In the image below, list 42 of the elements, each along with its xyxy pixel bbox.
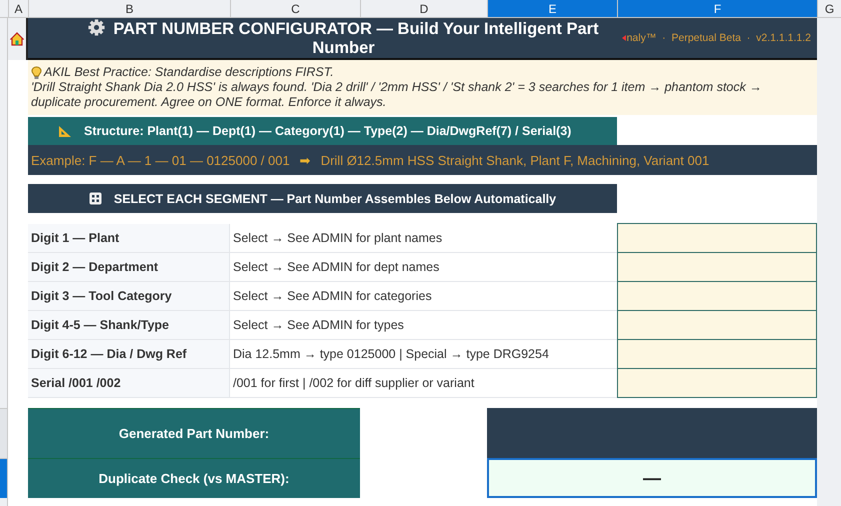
table-cell: /001 for first | /002 for diff supplier or variant bbox=[230, 369, 617, 398]
column-header[interactable]: G bbox=[817, 0, 841, 17]
grid-icon bbox=[88, 192, 102, 205]
table-cell: Digit 6-12 — Dia / Dwg Ref bbox=[28, 340, 230, 369]
table-cell: Digit 4-5 — Shank/Type bbox=[28, 311, 230, 340]
input-cell[interactable] bbox=[617, 368, 817, 398]
input-cell[interactable] bbox=[617, 281, 817, 311]
table-cell: Digit 1 — Plant bbox=[28, 224, 230, 253]
input-cell[interactable] bbox=[617, 223, 817, 253]
structure-text: Structure: Plant(1) — Dept(1) — Category(1) — Type(2) — Dia/DwgRef(7) / Serial(3) bbox=[84, 124, 572, 138]
table-cell: Digit 3 — Tool Category bbox=[28, 282, 230, 311]
table-cell: Digit 2 — Department bbox=[28, 253, 230, 282]
note-text: 'Drill Straight Shank Dia 2.0 HSS' is always found. 'Dia 2 drill' / '2mm HSS' / 'St shank 2' = 3 searches for 1 item → phantom stock → duplicate procurement. Agree on ONE format. Enforce it always. bbox=[31, 80, 762, 109]
column-header[interactable]: C bbox=[230, 0, 360, 17]
arrow-text: ➡ bbox=[300, 152, 311, 168]
column-header[interactable]: B bbox=[28, 0, 230, 17]
column-header[interactable]: E bbox=[487, 0, 617, 17]
segment-banner-text: SELECT EACH SEGMENT — Part Number Assembles Below Automatically bbox=[114, 192, 556, 206]
input-cell[interactable] bbox=[617, 310, 817, 340]
table-cell: Select → See ADMIN for types bbox=[230, 311, 617, 340]
duplicate-check-cell[interactable]: — bbox=[487, 458, 817, 498]
table-cell: Select → See ADMIN for plant names bbox=[230, 224, 617, 253]
home-icon[interactable] bbox=[10, 32, 24, 46]
overflow-marker-icon bbox=[622, 35, 626, 41]
table-cell: Serial /001 /002 bbox=[28, 369, 230, 398]
example-meaning: Drill Ø12.5mm HSS Straight Shank, Plant F, Machining, Variant 001 bbox=[320, 152, 710, 168]
result-label: Generated Part Number: bbox=[28, 408, 360, 458]
version-text: naly™ · Perpetual Beta · v2.1.1.1.1.2 bbox=[626, 32, 811, 44]
column-header[interactable]: F bbox=[617, 0, 817, 17]
column-header[interactable]: A bbox=[8, 0, 28, 17]
row-header[interactable] bbox=[0, 458, 8, 498]
lightbulb-icon bbox=[31, 66, 42, 80]
example-code: Example: F — A — 1 — 01 — 0125000 / 001 bbox=[31, 152, 290, 168]
input-cell[interactable] bbox=[617, 252, 817, 282]
table-cell: Select → See ADMIN for categories bbox=[230, 282, 617, 311]
input-cell[interactable] bbox=[617, 339, 817, 369]
table-cell: Dia 12.5mm → type 0125000 | Special → type DRG9254 bbox=[230, 340, 617, 369]
result-label: Duplicate Check (vs MASTER): bbox=[28, 458, 360, 498]
note-heading: AKIL Best Practice: Standardise descriptions FIRST. bbox=[44, 65, 334, 80]
table-cell: Select → See ADMIN for dept names bbox=[230, 253, 617, 282]
part-number-cell[interactable] bbox=[487, 408, 817, 458]
sheet-title: PART NUMBER CONFIGURATOR — Build Your Intelligent Part Number bbox=[28, 18, 617, 58]
